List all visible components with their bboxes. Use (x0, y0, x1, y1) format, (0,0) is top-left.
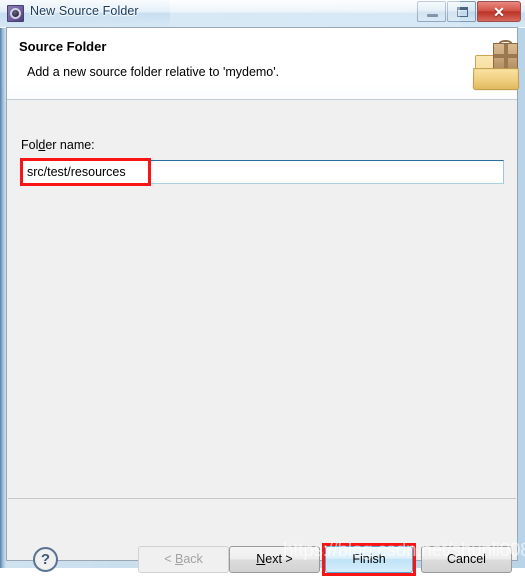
next-button-after: ext > (265, 552, 293, 566)
package-box-shape (493, 43, 518, 70)
folder-front-shape (472, 68, 520, 91)
back-button-after: ack (183, 552, 203, 566)
gear-glyph (10, 8, 21, 19)
next-button-mnemonic: N (256, 552, 266, 566)
minimize-icon (427, 14, 438, 17)
finish-button[interactable]: Finish (325, 546, 413, 573)
footer-separator (8, 498, 516, 499)
cancel-button[interactable]: Cancel (421, 546, 512, 573)
source-folder-package-icon (472, 40, 521, 91)
back-button[interactable]: < Back (138, 546, 229, 573)
help-icon[interactable]: ? (33, 547, 58, 572)
folder-name-input[interactable] (21, 160, 504, 184)
eclipse-gear-icon (7, 5, 24, 22)
title-bar[interactable]: New Source Folder ✕ (0, 0, 525, 28)
page-title: Source Folder (19, 39, 107, 54)
folder-name-label: Folder name: (21, 138, 95, 152)
maximize-icon (457, 7, 468, 17)
folder-name-label-before: Fol (21, 138, 39, 152)
maximize-button[interactable] (447, 1, 476, 22)
window-title: New Source Folder (30, 4, 139, 18)
minimize-button[interactable] (417, 1, 446, 22)
folder-name-label-after: er name: (45, 138, 95, 152)
page-description: Add a new source folder relative to 'myd… (27, 65, 280, 79)
close-icon: ✕ (493, 4, 505, 20)
dialog-window: New Source Folder ✕ Source Folder Add a … (0, 0, 525, 576)
package-band-horizontal (494, 54, 517, 58)
wizard-header: Source Folder Add a new source folder re… (7, 28, 520, 100)
back-button-before: < (164, 552, 175, 566)
dialog-client-area: Source Folder Add a new source folder re… (6, 27, 520, 576)
next-button[interactable]: Next > (229, 546, 320, 573)
close-button[interactable]: ✕ (477, 1, 521, 22)
